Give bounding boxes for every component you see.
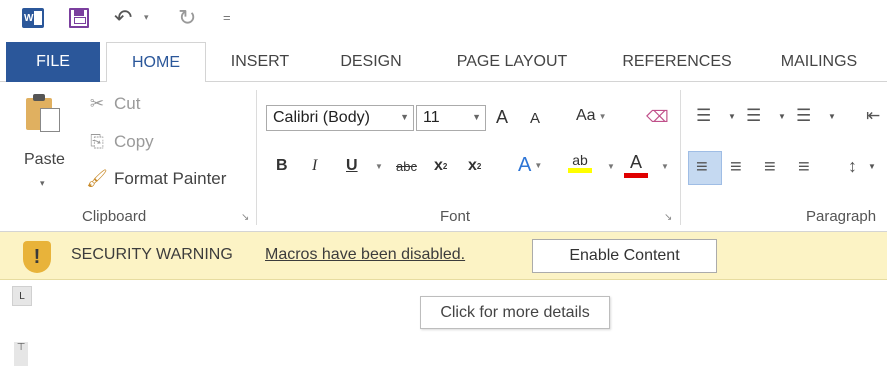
chevron-down-icon: ▼ [661, 162, 669, 171]
tab-mailings[interactable]: MAILINGS [764, 42, 874, 82]
text-effects-button[interactable]: A ▼ [518, 154, 542, 177]
text-effects-label: A [518, 154, 532, 176]
security-warning-bar: ! SECURITY WARNING Macros have been disa… [0, 232, 887, 280]
font-family-select[interactable]: Calibri (Body) ▼ [266, 105, 414, 131]
paste-icon[interactable] [26, 94, 62, 134]
font-color-button[interactable]: A [624, 152, 648, 178]
clipboard-launcher-icon[interactable]: ↘ [241, 212, 249, 223]
chevron-down-icon: ▼ [607, 162, 615, 171]
tooltip: Click for more details [420, 296, 610, 329]
shrink-font-button[interactable]: A [530, 110, 540, 127]
underline-button[interactable]: U [346, 157, 358, 175]
chevron-down-icon: ▼ [400, 112, 409, 122]
line-spacing-icon[interactable]: ↕ [848, 156, 857, 177]
align-left-icon[interactable]: ≡ [696, 156, 708, 179]
highlight-swatch [568, 168, 592, 173]
format-painter-button[interactable]: 🖌 Format Painter [86, 169, 226, 189]
undo-icon[interactable]: ↶ [114, 5, 132, 31]
scissors-icon: ✂ [89, 94, 105, 113]
clipboard-clip [33, 94, 45, 101]
align-right-icon[interactable]: ≡ [764, 156, 776, 179]
strikethrough-button[interactable]: abc [396, 159, 417, 174]
security-warning-title: SECURITY WARNING [71, 246, 233, 263]
font-color-label: A [629, 152, 642, 172]
font-color-dropdown-icon[interactable]: ▼ [658, 162, 669, 171]
cut-label: Cut [114, 94, 141, 113]
line-spacing-dropdown-icon[interactable]: ▼ [868, 162, 876, 171]
subscript-button[interactable]: x2 [434, 157, 447, 175]
tab-selector-icon[interactable]: L [12, 286, 32, 306]
tab-references[interactable]: REFERENCES [607, 42, 747, 82]
font-color-swatch [624, 173, 648, 178]
font-size-value: 11 [423, 109, 440, 126]
font-launcher-icon[interactable]: ↘ [664, 212, 672, 223]
tab-page-layout[interactable]: PAGE LAYOUT [437, 42, 587, 82]
ribbon-home: Paste ▾ ✂ Cut ⎘ Copy 🖌 Format Painter Cl… [0, 82, 887, 232]
logo-letter: W [24, 12, 34, 24]
cut-button[interactable]: ✂ Cut [86, 94, 141, 114]
customize-qat-icon[interactable]: = [223, 10, 231, 25]
change-case-label: Aa [576, 107, 596, 124]
shield-warning-icon: ! [23, 241, 51, 273]
tab-design[interactable]: DESIGN [323, 42, 419, 82]
chevron-down-icon: ▼ [375, 162, 383, 171]
font-family-value: Calibri (Body) [273, 109, 370, 126]
tab-home[interactable]: HOME [106, 42, 206, 83]
save-icon[interactable] [69, 8, 89, 28]
group-divider [680, 90, 681, 225]
paintbrush-icon: 🖌 [86, 169, 108, 188]
copy-button[interactable]: ⎘ Copy [86, 132, 154, 152]
copy-label: Copy [114, 132, 154, 151]
multilevel-list-icon[interactable]: ☰ [796, 106, 811, 126]
paste-dropdown-icon[interactable]: ▾ [40, 178, 45, 189]
highlight-label: ab [572, 152, 588, 168]
numbering-icon[interactable]: ☰ [746, 106, 761, 126]
highlight-button[interactable]: ab [568, 152, 592, 173]
paragraph-group-label: Paragraph [806, 208, 877, 225]
change-case-button[interactable]: Aa ▼ [576, 107, 607, 125]
group-divider [256, 90, 257, 225]
decrease-indent-icon[interactable]: ⇤ [866, 106, 880, 126]
vertical-ruler-indent-icon[interactable]: ⊤ [14, 342, 28, 366]
clipboard-doc [40, 108, 60, 132]
chevron-down-icon: ▼ [534, 161, 543, 170]
justify-icon[interactable]: ≡ [798, 156, 810, 179]
tab-insert[interactable]: INSERT [215, 42, 305, 82]
enable-content-button[interactable]: Enable Content [532, 239, 717, 273]
superscript-label: x [468, 157, 477, 174]
align-center-icon[interactable]: ≡ [730, 156, 742, 179]
subscript-2: 2 [442, 161, 448, 171]
superscript-2: 2 [476, 161, 482, 171]
quick-access-toolbar: W ↶ ▾ ↻ = [0, 0, 887, 40]
font-group-label: Font [440, 208, 471, 225]
clear-formatting-icon[interactable]: ⌫ [646, 107, 669, 127]
highlight-dropdown-icon[interactable]: ▼ [604, 162, 615, 171]
underline-dropdown-icon[interactable]: ▼ [372, 162, 383, 171]
italic-button[interactable]: I [312, 157, 317, 175]
undo-dropdown-icon[interactable]: ▾ [144, 12, 149, 23]
font-size-select[interactable]: 11 ▼ [416, 105, 486, 131]
logo-page [34, 11, 42, 25]
format-painter-label: Format Painter [114, 169, 227, 188]
grow-font-button[interactable]: A [496, 107, 508, 128]
subscript-label: x [434, 157, 443, 174]
chevron-down-icon: ▼ [598, 111, 607, 121]
bold-button[interactable]: B [276, 157, 288, 175]
copy-icon: ⎘ [90, 132, 104, 151]
word-logo-icon[interactable]: W [22, 8, 44, 28]
multilevel-dropdown-icon[interactable]: ▼ [828, 112, 836, 121]
macros-disabled-link[interactable]: Macros have been disabled. [265, 246, 465, 264]
redo-icon[interactable]: ↻ [178, 5, 196, 31]
chevron-down-icon: ▼ [472, 112, 481, 122]
bullets-icon[interactable]: ☰ [696, 106, 711, 126]
tab-file[interactable]: FILE [6, 42, 100, 82]
clipboard-group-label: Clipboard [82, 208, 147, 225]
numbering-dropdown-icon[interactable]: ▼ [778, 112, 786, 121]
superscript-button[interactable]: x2 [468, 157, 481, 175]
ribbon-tabs: FILE HOME INSERT DESIGN PAGE LAYOUT REFE… [0, 42, 887, 83]
paste-button[interactable]: Paste [24, 151, 65, 169]
bullets-dropdown-icon[interactable]: ▼ [728, 112, 736, 121]
